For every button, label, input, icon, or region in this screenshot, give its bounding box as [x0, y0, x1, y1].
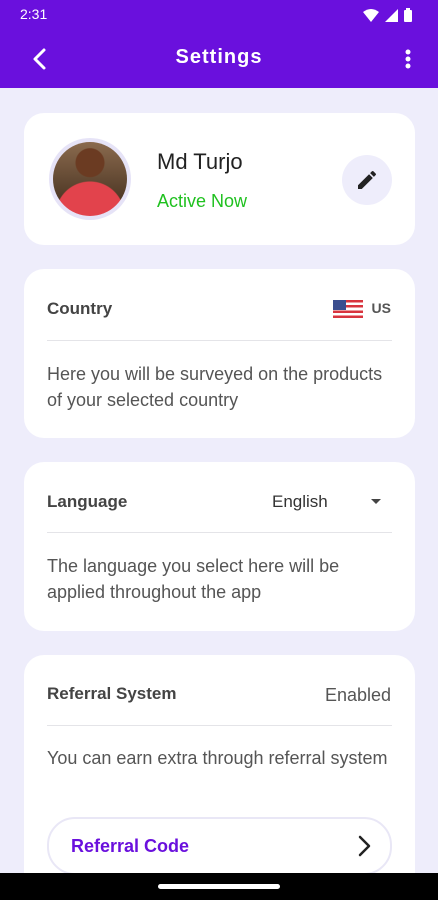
divider: [47, 725, 392, 726]
country-label: Country: [47, 299, 113, 318]
avatar[interactable]: [49, 138, 131, 220]
referral-label: Referral System: [47, 684, 177, 703]
status-time: 2:31: [20, 6, 48, 22]
pencil-icon: [358, 170, 377, 189]
chevron-right-icon: [358, 835, 371, 857]
referral-description: You can earn extra through referral syst…: [47, 748, 388, 768]
profile-status: Active Now: [157, 191, 248, 211]
app-bar: Settings: [0, 30, 438, 88]
wifi-icon: [363, 8, 379, 22]
dropdown-caret-icon: [371, 499, 381, 504]
more-vert-icon[interactable]: [402, 44, 414, 74]
profile-name: Md Turjo: [157, 149, 243, 174]
divider: [47, 340, 392, 341]
edit-profile-button[interactable]: [342, 155, 392, 205]
language-value: English: [272, 492, 328, 511]
language-card: Language English The language you select…: [24, 462, 415, 631]
country-description: Here you will be surveyed on the product…: [47, 364, 383, 410]
language-select[interactable]: English: [272, 492, 382, 518]
status-bar: 2:31: [0, 0, 438, 30]
us-flag-icon[interactable]: [333, 300, 363, 318]
navigation-bar: [0, 873, 438, 900]
avatar-image: [53, 142, 127, 216]
divider: [47, 532, 392, 533]
battery-icon: [404, 8, 412, 22]
signal-icon: [385, 8, 398, 22]
profile-card: Md Turjo Active Now: [24, 113, 415, 245]
home-indicator[interactable]: [158, 884, 280, 889]
referral-code-label: Referral Code: [71, 836, 190, 856]
page-title: Settings: [175, 46, 263, 68]
country-value[interactable]: US: [372, 300, 391, 316]
referral-status[interactable]: Enabled: [325, 685, 391, 706]
referral-card: Referral System Enabled You can earn ext…: [24, 655, 415, 900]
language-description: The language you select here will be app…: [47, 556, 340, 602]
country-card: Country US Here you will be surveyed on …: [24, 269, 415, 438]
language-label: Language: [47, 492, 128, 511]
referral-code-button[interactable]: Referral Code: [47, 817, 392, 875]
status-icons: [363, 8, 412, 22]
